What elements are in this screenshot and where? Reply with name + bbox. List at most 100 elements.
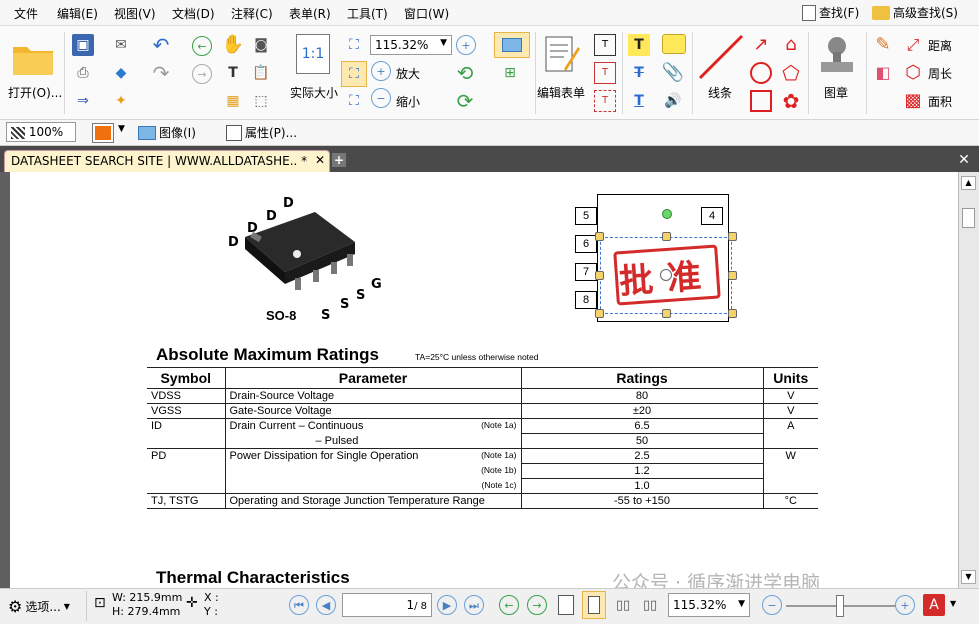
area-icon[interactable]: ▩: [902, 90, 924, 112]
hand-tool-icon[interactable]: ✋: [222, 34, 244, 56]
continuous-facing-icon[interactable]: ▯▯: [638, 595, 662, 615]
line-tool-icon[interactable]: [698, 34, 744, 80]
arrow-icon[interactable]: ↗: [750, 34, 772, 56]
image-button[interactable]: 图像(I): [138, 124, 196, 141]
last-page-icon[interactable]: ⏭: [464, 595, 484, 615]
close-tab-icon[interactable]: ✕: [315, 153, 325, 167]
eraser-icon[interactable]: ◆: [110, 62, 132, 84]
export-icon[interactable]: ⇒: [72, 90, 94, 112]
image-edit-icon[interactable]: [494, 32, 530, 58]
first-page-icon[interactable]: ⏮: [289, 595, 309, 615]
stamp-button[interactable]: [814, 32, 860, 80]
resize-handle[interactable]: [728, 232, 737, 241]
vertical-scrollbar[interactable]: ▲ ▼: [958, 172, 979, 588]
eraser-tool-icon[interactable]: ◧: [872, 62, 894, 84]
text-box-icon[interactable]: T: [594, 62, 616, 84]
zoom-slider-thumb[interactable]: [836, 595, 844, 617]
find-button[interactable]: 查找(F): [802, 4, 859, 21]
advanced-find-button[interactable]: 高级查找(S): [872, 4, 958, 21]
menu-window[interactable]: 窗口(W): [404, 5, 449, 22]
select-object-icon[interactable]: ⬚: [250, 90, 272, 112]
next-view-icon[interactable]: →: [527, 595, 547, 615]
edit-form-button[interactable]: [542, 34, 582, 76]
snapshot-icon[interactable]: ▦: [222, 90, 244, 112]
fit-visible-icon[interactable]: ⛶: [344, 90, 364, 112]
new-tab-icon[interactable]: +: [332, 153, 346, 167]
menu-view[interactable]: 视图(V): [114, 5, 156, 22]
resize-handle[interactable]: [728, 271, 737, 280]
add-image-icon[interactable]: ⊞: [498, 62, 522, 84]
resize-handle[interactable]: [595, 232, 604, 241]
text-field-icon[interactable]: T: [594, 34, 616, 56]
polygon-icon[interactable]: ⬠: [780, 62, 802, 84]
rectangle-icon[interactable]: [750, 90, 772, 112]
note-icon[interactable]: [662, 34, 686, 54]
resize-handle[interactable]: [662, 309, 671, 318]
rotate-right-icon[interactable]: ⟳: [454, 90, 476, 112]
properties-button[interactable]: 属性(P)...: [226, 124, 297, 141]
resize-handle[interactable]: [662, 232, 671, 241]
menu-form[interactable]: 表单(R): [289, 5, 331, 22]
perimeter-icon[interactable]: ⬡: [902, 62, 924, 84]
fit-width-icon[interactable]: ⛶: [341, 61, 367, 87]
close-document-icon[interactable]: ✕: [956, 152, 972, 168]
single-page-icon[interactable]: [558, 595, 574, 615]
resize-handle[interactable]: [728, 309, 737, 318]
document-tab[interactable]: DATASHEET SEARCH SITE | WWW.ALLDATASHE..…: [4, 150, 330, 172]
page-number-input[interactable]: 1/ 8: [342, 593, 432, 617]
email-icon[interactable]: ✉: [110, 34, 132, 56]
rotation-center-handle[interactable]: [660, 269, 672, 281]
color-picker-icon[interactable]: [92, 123, 114, 143]
polyline-icon[interactable]: ⌂: [780, 34, 802, 56]
forward-icon[interactable]: →: [192, 64, 212, 84]
zoom-select[interactable]: 115.32% ▼: [370, 35, 452, 55]
select-text-icon[interactable]: T: [222, 62, 244, 84]
undo-icon[interactable]: ↶: [150, 34, 172, 56]
pdf-icon[interactable]: A: [923, 594, 945, 616]
open-button[interactable]: [8, 34, 58, 80]
menu-document[interactable]: 文档(D): [172, 5, 215, 22]
attach-file-icon[interactable]: 📎: [662, 62, 684, 84]
rotate-handle[interactable]: [662, 209, 672, 219]
zoom-in-small-icon[interactable]: +: [456, 35, 476, 55]
resize-handle[interactable]: [595, 271, 604, 280]
chevron-down-icon[interactable]: ▼: [118, 125, 125, 134]
opacity-select[interactable]: 100%: [6, 122, 76, 142]
zoom-select-status[interactable]: 115.32% ▼: [668, 593, 750, 617]
pencil-icon[interactable]: ✎: [872, 34, 894, 56]
resize-handle[interactable]: [595, 309, 604, 318]
zoom-out-icon[interactable]: −: [371, 88, 391, 108]
camera-icon[interactable]: ◙: [250, 34, 272, 56]
fit-page-icon[interactable]: ⛶: [344, 34, 364, 56]
menu-comment[interactable]: 注释(C): [231, 5, 273, 22]
actual-size-button[interactable]: 1:1: [296, 34, 330, 74]
new-document-icon[interactable]: ✦: [110, 90, 132, 112]
options-button[interactable]: ⚙ 选项... ▼: [8, 597, 70, 616]
redo-icon[interactable]: ↷: [150, 62, 172, 84]
rotate-left-icon[interactable]: ⟲: [454, 62, 476, 84]
distance-icon[interactable]: ⤢: [902, 34, 924, 56]
highlight-icon[interactable]: T: [628, 34, 650, 56]
ellipse-icon[interactable]: [750, 62, 772, 84]
menu-edit[interactable]: 编辑(E): [57, 5, 98, 22]
zoom-in-status-icon[interactable]: +: [895, 595, 915, 615]
continuous-page-icon[interactable]: [582, 591, 606, 619]
scroll-up-icon[interactable]: ▲: [961, 176, 976, 190]
approved-stamp[interactable]: 批准: [600, 237, 732, 314]
menu-file[interactable]: 文件: [14, 5, 38, 22]
save-icon[interactable]: ▣: [72, 34, 94, 56]
cloud-icon[interactable]: ✿: [780, 90, 802, 112]
underline-icon[interactable]: T: [628, 90, 650, 112]
callout-icon[interactable]: T: [594, 90, 616, 112]
scroll-thumb[interactable]: [962, 208, 975, 228]
previous-view-icon[interactable]: ←: [499, 595, 519, 615]
strikeout-icon[interactable]: T: [628, 62, 650, 84]
print-icon[interactable]: ⎙: [72, 62, 94, 84]
menu-tools[interactable]: 工具(T): [347, 5, 388, 22]
prev-page-icon[interactable]: ◀: [316, 595, 336, 615]
facing-page-icon[interactable]: ▯▯: [611, 595, 635, 615]
scroll-down-icon[interactable]: ▼: [961, 570, 976, 584]
sound-icon[interactable]: 🔊: [662, 90, 684, 112]
back-icon[interactable]: ←: [192, 36, 212, 56]
next-page-icon[interactable]: ▶: [437, 595, 457, 615]
